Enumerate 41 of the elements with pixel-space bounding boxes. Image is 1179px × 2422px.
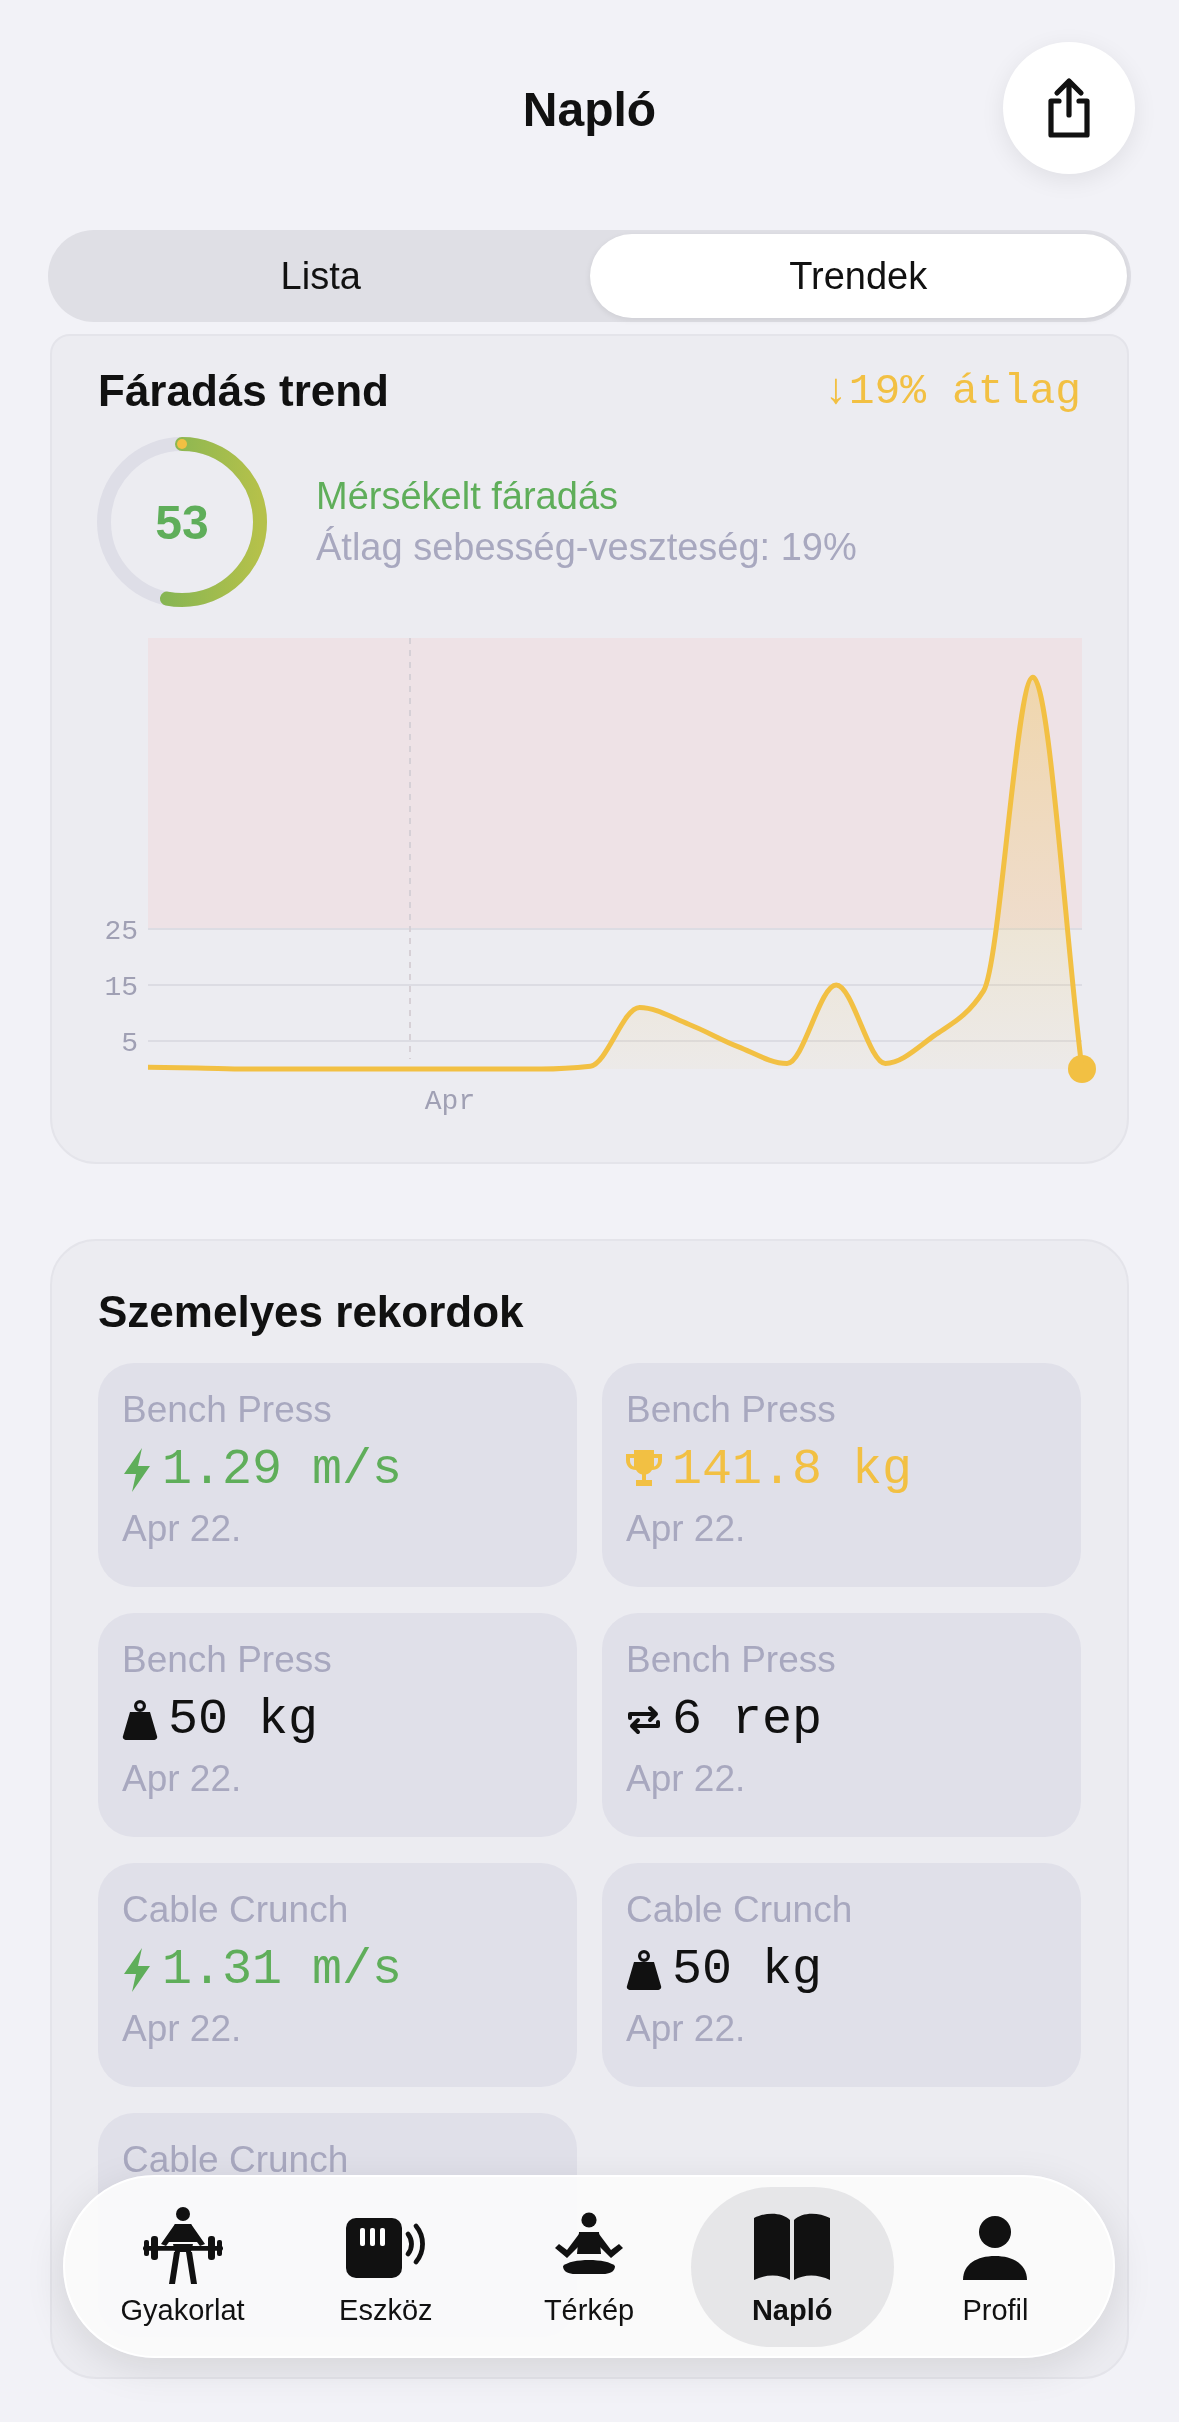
card-title: Szemelyes rekordok bbox=[98, 1287, 524, 1336]
fatigue-detail: Átlag sebesség-veszteség: 19% bbox=[316, 526, 857, 569]
exercise-name: Bench Press bbox=[122, 1639, 333, 1681]
fatigue-score: 53 bbox=[155, 494, 209, 550]
y-axis-label: 25 bbox=[104, 916, 138, 948]
record-value: 50 kg bbox=[672, 1941, 823, 1998]
record-value: 1.31 m/s bbox=[162, 1941, 403, 1998]
tab-item[interactable]: Térkép bbox=[487, 2186, 691, 2347]
record-date: Apr 22. bbox=[122, 1758, 243, 1800]
y-axis-label: 15 bbox=[104, 972, 138, 1004]
record-value: 141.8 kg bbox=[672, 1441, 913, 1498]
tab-item[interactable]: Gyakorlat bbox=[81, 2186, 285, 2347]
kettlebell-icon bbox=[626, 1949, 662, 1990]
record-value: 1.29 m/s bbox=[162, 1441, 403, 1498]
exercise-name: Bench Press bbox=[626, 1389, 837, 1431]
exercise-name: Cable Crunch bbox=[626, 1889, 854, 1931]
exercise-name: Cable Crunch bbox=[122, 1889, 350, 1931]
kettlebell-icon bbox=[122, 1699, 158, 1740]
segment-tab[interactable]: Trendek bbox=[589, 234, 1127, 318]
record-date: Apr 22. bbox=[626, 2008, 747, 2050]
page-title: Napló bbox=[522, 82, 657, 137]
record-value: 50 kg bbox=[168, 1691, 319, 1748]
exercise-name: Bench Press bbox=[122, 1389, 333, 1431]
record-date: Apr 22. bbox=[122, 2008, 243, 2050]
bolt-icon bbox=[122, 1447, 152, 1492]
y-axis-label: 5 bbox=[121, 1028, 138, 1059]
record-value: 6 rep bbox=[672, 1691, 823, 1748]
exercise-name: Cable Crunch bbox=[122, 2139, 350, 2181]
segment-tab[interactable]: Lista bbox=[52, 234, 590, 318]
exercise-name: Bench Press bbox=[626, 1639, 837, 1681]
tab-item[interactable]: Eszköz bbox=[284, 2186, 488, 2347]
tab-item[interactable]: Profil bbox=[893, 2186, 1097, 2347]
fatigue-status: Mérsékelt fáradás bbox=[316, 475, 619, 518]
card-title: Fáradás trend bbox=[98, 366, 389, 416]
trend-label: ↓19% átlag bbox=[822, 366, 1081, 416]
x-axis-label: Apr bbox=[424, 1086, 476, 1117]
record-date: Apr 22. bbox=[626, 1758, 747, 1800]
bolt-icon bbox=[122, 1947, 152, 1992]
record-date: Apr 22. bbox=[626, 1508, 747, 1550]
tab-item[interactable]: Napló bbox=[690, 2186, 894, 2347]
record-date: Apr 22. bbox=[122, 1508, 243, 1550]
